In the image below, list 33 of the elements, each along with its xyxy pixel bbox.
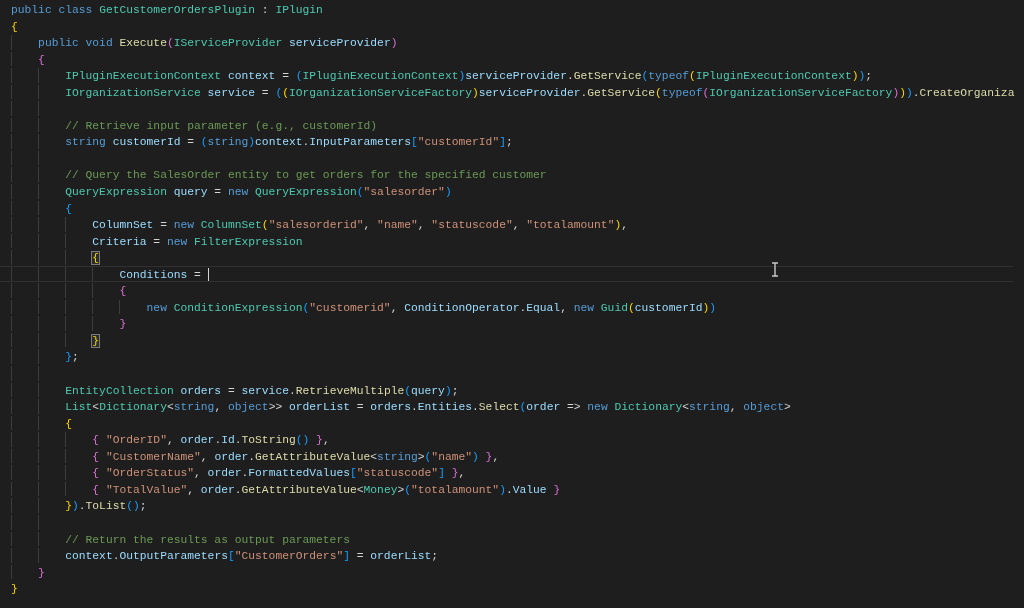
code-line: IPluginExecutionContext context = (IPluginExecutionContext)serviceProvider.GetService(typeof(IPluginExecutionContext)); — [11, 67, 873, 84]
code-line: { — [11, 414, 72, 432]
code-line: string customerId = (string)context.InputParameters["customerId"]; — [11, 133, 513, 150]
code-line: { — [11, 282, 127, 299]
code-line: // Query the SalesOrder entity to get orders for the specified customer — [11, 166, 547, 183]
code-line: // Retrieve input parameter (e.g., customerId) — [11, 116, 378, 134]
code-line: public void Execute(IServiceProvider serviceProvider) — [11, 34, 398, 51]
code-line: EntityCollection orders = service.RetrieveMultiple(query); — [11, 381, 459, 399]
code-line: QueryExpression query = new QueryExpression("salesorder") — [11, 183, 452, 200]
code-line: { — [11, 50, 71, 68]
code-line: { "OrderStatus", order.FormattedValues["statuscode"] }, — [11, 464, 466, 481]
code-line: { "CustomerName", order.GetAttributeValue<string>("name") }, — [11, 447, 500, 465]
code-line: }; — [11, 348, 79, 366]
code-line: IOrganizationService service = ((IOrganizationServiceFactory)serviceProvider.GetService(typeof(IOrganizationServiceFactory))).CreateOrganiza — [11, 83, 1015, 101]
code-line: } — [11, 331, 100, 349]
code-line: new ConditionExpression("customerid", ConditionOperator.Equal, new Guid(customerId)) — [11, 298, 717, 316]
code-line: Conditions = — [0, 265, 1013, 283]
code-line: } — [11, 315, 127, 332]
code-line: // Return the results as output parameters — [11, 530, 350, 548]
code-line: { — [11, 19, 19, 35]
code-line: public class GetCustomerOrdersPlugin : IPlugin — [11, 3, 323, 18]
code-line: List<Dictionary<string, object>> orderList = orders.Entities.Select(order => new Dictionary<string, object> — [11, 398, 791, 415]
code-line: { "TotalValue", order.GetAttributeValue<Money>("totalamount").Value } — [11, 480, 561, 498]
text-cursor-icon — [770, 262, 780, 277]
code-line: }).ToList(); — [11, 497, 147, 514]
code-line: { "OrderID", order.Id.ToString() }, — [11, 431, 330, 448]
code-line: Criteria = new FilterExpression — [11, 232, 303, 250]
code-line: } — [11, 582, 19, 597]
code-line: { — [11, 249, 100, 266]
code-line: ColumnSet = new ColumnSet("salesorderid", "name", "statuscode", "totalamount"), — [11, 216, 628, 233]
code-line: } — [11, 563, 71, 581]
code-line: context.OutputParameters["CustomerOrders"] = orderList; — [11, 547, 439, 564]
code-line: { — [11, 199, 72, 217]
